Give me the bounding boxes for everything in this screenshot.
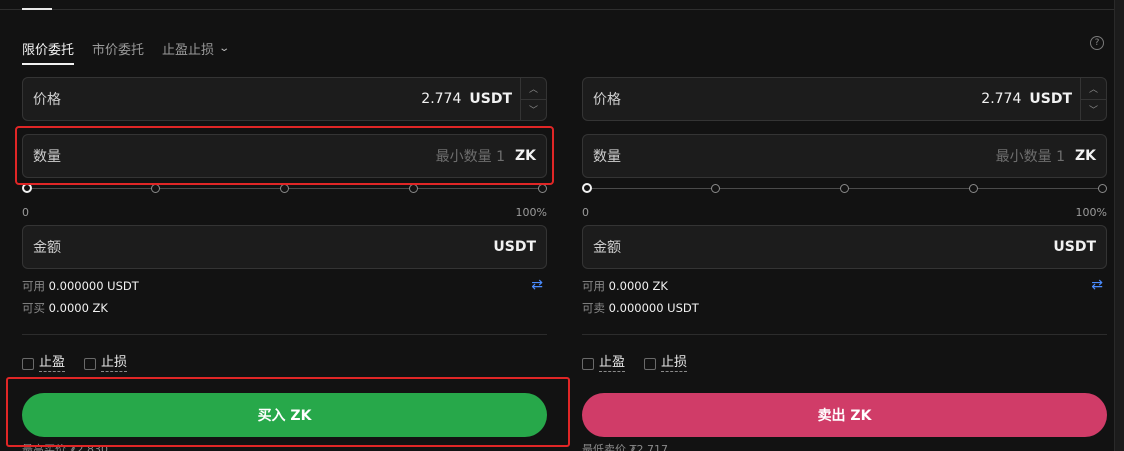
checkbox-box — [84, 357, 96, 370]
price-label: 价格 — [33, 92, 61, 108]
slider-max-label: 100% — [1075, 206, 1107, 219]
available-balance: 可用 0.0000 ZK — [582, 279, 668, 293]
slider-mark-50[interactable] — [280, 184, 289, 193]
slider-mark-50[interactable] — [840, 184, 849, 193]
quantity-placeholder: 最小数量 1 — [435, 149, 505, 165]
amount-unit: USDT — [1053, 239, 1096, 255]
slider-handle[interactable] — [22, 183, 32, 193]
max-buy: 可买 0.0000 ZK — [22, 301, 108, 315]
price-label: 价格 — [593, 92, 621, 108]
quantity-label: 数量 — [593, 149, 621, 165]
take-profit-checkbox[interactable]: 止盈 — [582, 355, 626, 372]
checkbox-box — [22, 357, 34, 370]
min-sell-price: 最低卖价 ₮2.717 — [582, 443, 668, 451]
checkbox-box — [644, 357, 656, 370]
sell-button[interactable]: 卖出 ZK — [582, 393, 1107, 437]
price-stepper: ︿ ﹀ — [520, 78, 546, 120]
stop-loss-checkbox[interactable]: 止损 — [84, 355, 128, 372]
quantity-label: 数量 — [33, 149, 61, 165]
divider — [22, 334, 547, 335]
sell-price-field[interactable]: 价格 2.774 USDT ︿ ﹀ — [582, 77, 1107, 121]
slider-mark-25[interactable] — [151, 184, 160, 193]
chevron-down-icon[interactable]: ﹀ — [1081, 100, 1106, 121]
chevron-up-icon[interactable]: ︿ — [1081, 78, 1106, 100]
slider-max-label: 100% — [515, 206, 547, 219]
sell-quantity-field[interactable]: 数量 最小数量 1 ZK — [582, 134, 1107, 178]
max-buy-price: 最高买价 ₮2.830 — [22, 443, 108, 451]
price-value: 2.774 — [421, 91, 462, 107]
stop-loss-checkbox[interactable]: 止损 — [644, 355, 688, 372]
divider — [582, 334, 1107, 335]
slider-mark-75[interactable] — [969, 184, 978, 193]
buy-quantity-slider[interactable] — [22, 183, 547, 195]
quantity-placeholder: 最小数量 1 — [995, 149, 1065, 165]
sell-amount-field[interactable]: 金额 USDT — [582, 225, 1107, 269]
sell-panel: 价格 2.774 USDT ︿ ﹀ 数量 最小数量 1 ZK 0 100% 金额… — [582, 0, 1107, 451]
chevron-down-icon[interactable]: ﹀ — [521, 100, 546, 121]
scrollbar[interactable] — [1114, 0, 1124, 451]
sell-quantity-slider[interactable] — [582, 183, 1107, 195]
swap-icon[interactable]: ⇄ — [531, 277, 543, 293]
slider-handle[interactable] — [582, 183, 592, 193]
buy-button[interactable]: 买入 ZK — [22, 393, 547, 437]
available-balance: 可用 0.000000 USDT — [22, 279, 139, 293]
slider-min-label: 0 — [22, 206, 29, 219]
checkbox-box — [582, 357, 594, 370]
amount-label: 金额 — [33, 240, 61, 256]
amount-unit: USDT — [493, 239, 536, 255]
price-unit: USDT — [1029, 91, 1072, 107]
amount-label: 金额 — [593, 240, 621, 256]
price-unit: USDT — [469, 91, 512, 107]
buy-price-field[interactable]: 价格 2.774 USDT ︿ ﹀ — [22, 77, 547, 121]
slider-min-label: 0 — [582, 206, 589, 219]
chevron-up-icon[interactable]: ︿ — [521, 78, 546, 100]
buy-quantity-field[interactable]: 数量 最小数量 1 ZK — [22, 134, 547, 178]
slider-mark-100[interactable] — [538, 184, 547, 193]
quantity-unit: ZK — [1075, 148, 1096, 164]
buy-amount-field[interactable]: 金额 USDT — [22, 225, 547, 269]
slider-mark-75[interactable] — [409, 184, 418, 193]
swap-icon[interactable]: ⇄ — [1091, 277, 1103, 293]
price-stepper: ︿ ﹀ — [1080, 78, 1106, 120]
price-value: 2.774 — [981, 91, 1022, 107]
max-sell: 可卖 0.000000 USDT — [582, 301, 699, 315]
slider-mark-100[interactable] — [1098, 184, 1107, 193]
buy-panel: 价格 2.774 USDT ︿ ﹀ 数量 最小数量 1 ZK 0 100% 金额… — [22, 0, 547, 451]
take-profit-checkbox[interactable]: 止盈 — [22, 355, 66, 372]
quantity-unit: ZK — [515, 148, 536, 164]
slider-mark-25[interactable] — [711, 184, 720, 193]
